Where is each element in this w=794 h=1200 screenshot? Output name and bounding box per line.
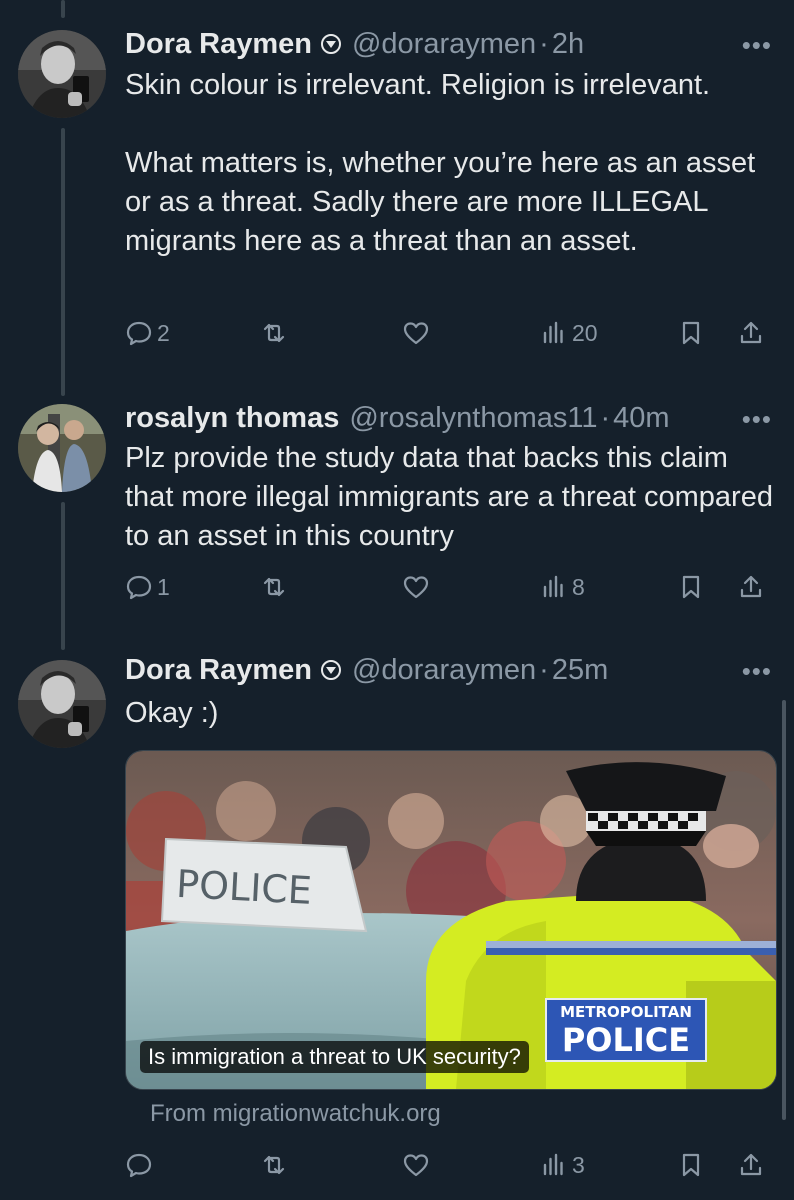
card-image: POLICE METROPOLITAN POLICE bbox=[126, 751, 776, 1089]
like-button[interactable] bbox=[402, 567, 430, 607]
avatar[interactable] bbox=[18, 404, 106, 492]
avatar[interactable] bbox=[18, 660, 106, 748]
card-source[interactable]: From migrationwatchuk.org bbox=[150, 1100, 441, 1128]
more-options-icon[interactable]: ••• bbox=[742, 404, 772, 435]
verified-badge-icon bbox=[320, 660, 341, 680]
author-handle[interactable]: @doraraymen bbox=[352, 654, 536, 687]
tweet[interactable]: Dora Raymen @doraraymen · 2h ••• Skin co… bbox=[0, 0, 794, 390]
card-caption: Is immigration a threat to UK security? bbox=[140, 1041, 529, 1073]
avatar[interactable] bbox=[18, 30, 106, 118]
author-name[interactable]: rosalyn thomas bbox=[125, 402, 339, 435]
views-icon bbox=[543, 1153, 563, 1176]
tweet-header: Dora Raymen @doraraymen · 25m ••• bbox=[125, 650, 794, 690]
retweet-icon bbox=[263, 1155, 285, 1175]
more-options-icon[interactable]: ••• bbox=[742, 30, 772, 61]
reply-button[interactable]: 1 bbox=[125, 567, 170, 607]
scrollbar[interactable] bbox=[782, 700, 786, 1120]
views-count: 8 bbox=[572, 573, 585, 600]
reply-icon bbox=[126, 575, 152, 600]
share-icon bbox=[740, 1153, 762, 1176]
reply-count: 2 bbox=[157, 319, 170, 346]
author-handle[interactable]: @doraraymen bbox=[352, 28, 536, 61]
heart-icon bbox=[403, 576, 429, 599]
share-button[interactable] bbox=[737, 1145, 765, 1185]
vest-text-top: METROPOLITAN bbox=[560, 1003, 692, 1021]
heart-icon bbox=[403, 322, 429, 345]
share-button[interactable] bbox=[737, 313, 765, 353]
link-preview-card[interactable]: POLICE METROPOLITAN POLICE Is immigratio… bbox=[125, 750, 777, 1090]
tweet-header: Dora Raymen @doraraymen · 2h ••• bbox=[125, 24, 794, 64]
tweet-text: Skin colour is irrelevant. Religion is i… bbox=[125, 69, 756, 257]
bookmark-button[interactable] bbox=[677, 313, 705, 353]
share-icon bbox=[740, 575, 762, 598]
separator-dot: · bbox=[539, 653, 549, 686]
reply-count: 1 bbox=[157, 573, 170, 600]
bookmark-button[interactable] bbox=[677, 567, 705, 607]
reply-button[interactable] bbox=[125, 1145, 153, 1185]
card-sign-text: POLICE bbox=[175, 862, 313, 913]
share-icon bbox=[740, 321, 762, 344]
views-button[interactable]: 20 bbox=[540, 313, 598, 353]
timestamp[interactable]: 25m bbox=[552, 654, 608, 687]
author-handle[interactable]: @rosalynthomas11 bbox=[349, 402, 597, 435]
retweet-button[interactable] bbox=[260, 567, 288, 607]
share-button[interactable] bbox=[737, 567, 765, 607]
separator-dot: · bbox=[539, 27, 549, 60]
reply-button[interactable]: 2 bbox=[125, 313, 170, 353]
views-button[interactable]: 8 bbox=[540, 567, 585, 607]
retweet-button[interactable] bbox=[260, 1145, 288, 1185]
reply-icon bbox=[126, 1153, 152, 1178]
bookmark-icon bbox=[682, 575, 700, 599]
views-button[interactable]: 3 bbox=[540, 1145, 585, 1185]
action-bar: 2 20 bbox=[125, 313, 775, 353]
like-button[interactable] bbox=[402, 313, 430, 353]
verified-badge-icon bbox=[320, 34, 341, 54]
tweet[interactable]: rosalyn thomas @rosalynthomas11 · 40m ••… bbox=[0, 390, 794, 650]
heart-icon bbox=[403, 1154, 429, 1177]
author-name[interactable]: Dora Raymen bbox=[125, 28, 312, 61]
retweet-icon bbox=[263, 577, 285, 597]
views-icon bbox=[543, 575, 563, 598]
bookmark-button[interactable] bbox=[677, 1145, 705, 1185]
tweet-header: rosalyn thomas @rosalynthomas11 · 40m ••… bbox=[125, 398, 794, 438]
retweet-icon bbox=[263, 323, 285, 343]
more-options-icon[interactable]: ••• bbox=[742, 656, 772, 687]
action-bar: 1 8 bbox=[125, 567, 775, 607]
views-count: 3 bbox=[572, 1151, 585, 1178]
reply-icon bbox=[126, 321, 152, 346]
action-bar: 3 bbox=[125, 1145, 775, 1185]
views-count: 20 bbox=[572, 319, 598, 346]
like-button[interactable] bbox=[402, 1145, 430, 1185]
tweet-text: Okay :) bbox=[125, 697, 219, 729]
tweet-text: Plz provide the study data that backs th… bbox=[125, 442, 773, 552]
views-icon bbox=[543, 321, 563, 344]
bookmark-icon bbox=[682, 321, 700, 345]
separator-dot: · bbox=[600, 401, 611, 434]
vest-text-bottom: POLICE bbox=[562, 1021, 690, 1059]
author-name[interactable]: Dora Raymen bbox=[125, 654, 312, 687]
retweet-button[interactable] bbox=[260, 313, 288, 353]
timestamp[interactable]: 40m bbox=[613, 402, 669, 435]
bookmark-icon bbox=[682, 1153, 700, 1177]
timestamp[interactable]: 2h bbox=[552, 28, 584, 61]
